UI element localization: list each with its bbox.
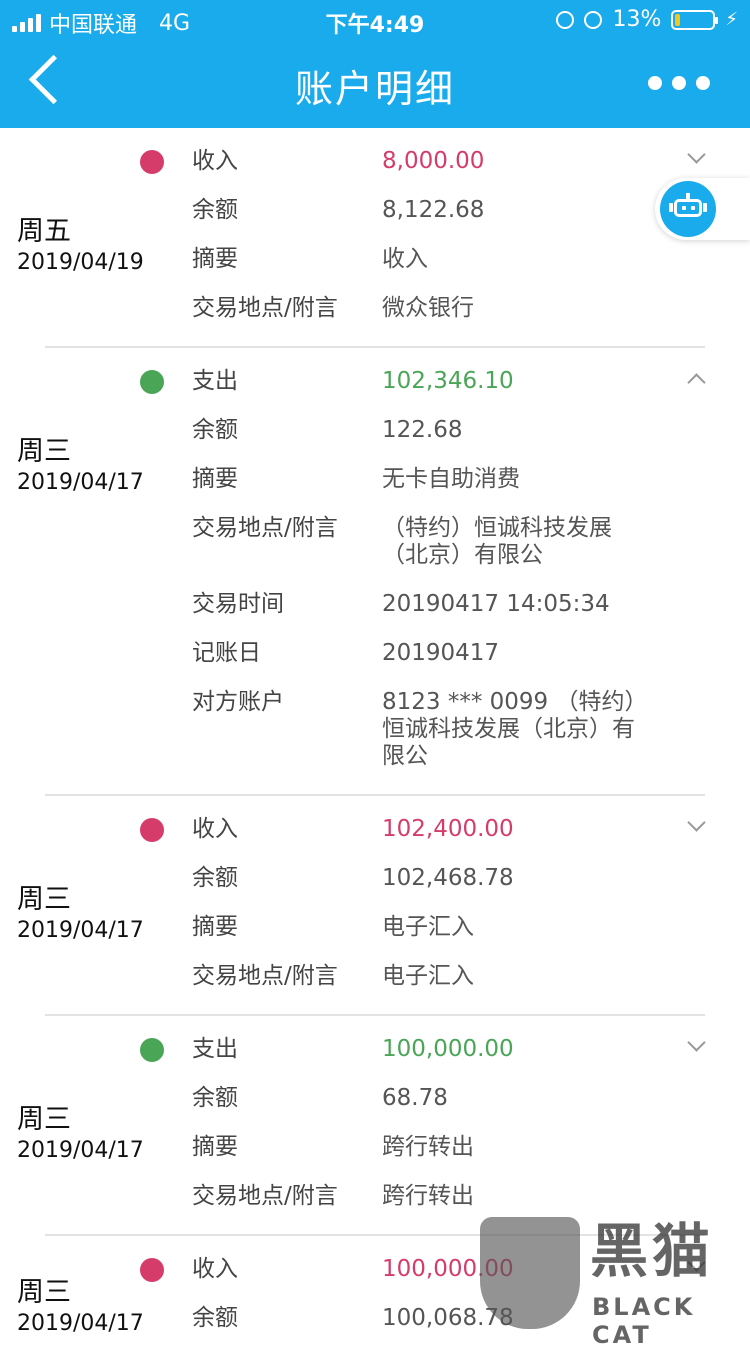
detail-label: 交易地点/附言 — [192, 963, 338, 989]
detail-value: 8,122.68 — [382, 197, 485, 223]
date-label: 2019/04/17 — [17, 1137, 144, 1163]
detail-label: 余额 — [192, 1085, 238, 1111]
detail-label: 收入 — [192, 148, 238, 174]
detail-value: 8123 *** 0099 （特约） 恒诚科技发展（北京）有 限公 — [382, 689, 648, 769]
transaction-record[interactable]: 收入 102,400.00 余额 102,468.78 摘要 电子汇入 交易地点/附言 电子汇… — [0, 796, 750, 1016]
transaction-list: 收入 8,000.00 余额 8,122.68 摘要 收入 交易地点/附言 微众银行 周五 201… — [0, 128, 750, 1358]
alarm-icon — [584, 10, 603, 29]
detail-value: （特约）恒诚科技发展 （北京）有限公 — [382, 515, 612, 568]
weekday-label: 周三 — [17, 435, 71, 467]
chevron-up-icon[interactable] — [687, 373, 706, 392]
detail-label: 收入 — [192, 1256, 238, 1282]
income-dot-icon — [140, 1258, 164, 1282]
rotation-lock-icon — [556, 10, 575, 29]
chevron-down-icon[interactable] — [687, 145, 706, 164]
weekday-label: 周五 — [17, 215, 71, 247]
transaction-record[interactable]: 支出 100,000.00 余额 68.78 摘要 跨行转出 交易地点/附言 跨行转出 周三 20… — [0, 1016, 750, 1236]
detail-label: 摘要 — [192, 1134, 238, 1160]
date-label: 2019/04/19 — [17, 249, 144, 275]
detail-value: 跨行转出 — [382, 1134, 474, 1160]
detail-value: 20190417 14:05:34 — [382, 591, 610, 617]
detail-label: 支出 — [192, 1036, 238, 1062]
battery-icon — [671, 9, 719, 30]
cat-shield-icon — [480, 1217, 580, 1329]
detail-label: 收入 — [192, 816, 238, 842]
watermark-en: BLACK CAT — [592, 1293, 696, 1349]
detail-label: 支出 — [192, 368, 238, 394]
detail-label: 摘要 — [192, 466, 238, 492]
detail-label: 交易时间 — [192, 591, 284, 617]
status-bar: 中国联通 4G 下午4:49 13% ⚡ — [0, 0, 750, 40]
detail-value: 电子汇入 — [382, 963, 474, 989]
transaction-record[interactable]: 支出 102,346.10 余额 122.68 摘要 无卡自助消费交易地点/附言 （特约）恒… — [0, 348, 750, 796]
robot-icon — [660, 181, 716, 237]
detail-value: 跨行转出 — [382, 1183, 474, 1209]
weekday-label: 周三 — [17, 1103, 71, 1135]
detail-value: 收入 — [382, 246, 428, 272]
detail-label: 摘要 — [192, 246, 238, 272]
detail-label: 余额 — [192, 417, 238, 443]
detail-value: 微众银行 — [382, 295, 474, 321]
detail-label: 对方账户 — [192, 689, 284, 715]
amount-value: 100,000.00 — [382, 1036, 514, 1062]
expense-dot-icon — [140, 370, 164, 394]
detail-value: 20190417 — [382, 640, 500, 666]
income-dot-icon — [140, 150, 164, 174]
date-label: 2019/04/17 — [17, 469, 144, 495]
weekday-label: 周三 — [17, 883, 71, 915]
chevron-down-icon[interactable] — [687, 1033, 706, 1052]
watermark: 黑猫 BLACK CAT — [478, 1215, 750, 1349]
expense-dot-icon — [140, 1038, 164, 1062]
detail-label: 余额 — [192, 1305, 238, 1331]
detail-value: 无卡自助消费 — [382, 466, 520, 492]
charging-icon: ⚡ — [725, 9, 738, 30]
detail-label: 交易地点/附言 — [192, 1183, 338, 1209]
weekday-label: 周三 — [17, 1277, 71, 1308]
amount-value: 102,346.10 — [382, 368, 514, 394]
detail-value: 122.68 — [382, 417, 463, 443]
detail-label: 余额 — [192, 197, 238, 223]
date-label: 2019/04/17 — [17, 917, 144, 943]
more-dots-icon[interactable] — [648, 76, 710, 90]
assistant-button[interactable] — [655, 178, 750, 240]
detail-label: 交易地点/附言 — [192, 515, 338, 541]
detail-value: 68.78 — [382, 1085, 448, 1111]
page-title: 账户明细 — [294, 67, 455, 111]
detail-label: 余额 — [192, 865, 238, 891]
detail-label: 摘要 — [192, 914, 238, 940]
date-label: 2019/04/17 — [17, 1311, 144, 1336]
amount-value: 8,000.00 — [382, 148, 485, 174]
transaction-record[interactable]: 收入 8,000.00 余额 8,122.68 摘要 收入交易地点/附言 微众银行 周五 201… — [0, 128, 750, 348]
income-dot-icon — [140, 818, 164, 842]
header-bar: 中国联通 4G 下午4:49 13% ⚡ 账户明细 — [0, 0, 750, 128]
chevron-down-icon[interactable] — [687, 813, 706, 832]
detail-label: 记账日 — [192, 640, 261, 666]
detail-value: 电子汇入 — [382, 914, 474, 940]
watermark-cn: 黑猫 — [590, 1217, 715, 1285]
battery-percent: 13% — [612, 7, 662, 32]
amount-value: 102,400.00 — [382, 816, 514, 842]
detail-value: 102,468.78 — [382, 865, 514, 891]
detail-label: 交易地点/附言 — [192, 295, 338, 321]
